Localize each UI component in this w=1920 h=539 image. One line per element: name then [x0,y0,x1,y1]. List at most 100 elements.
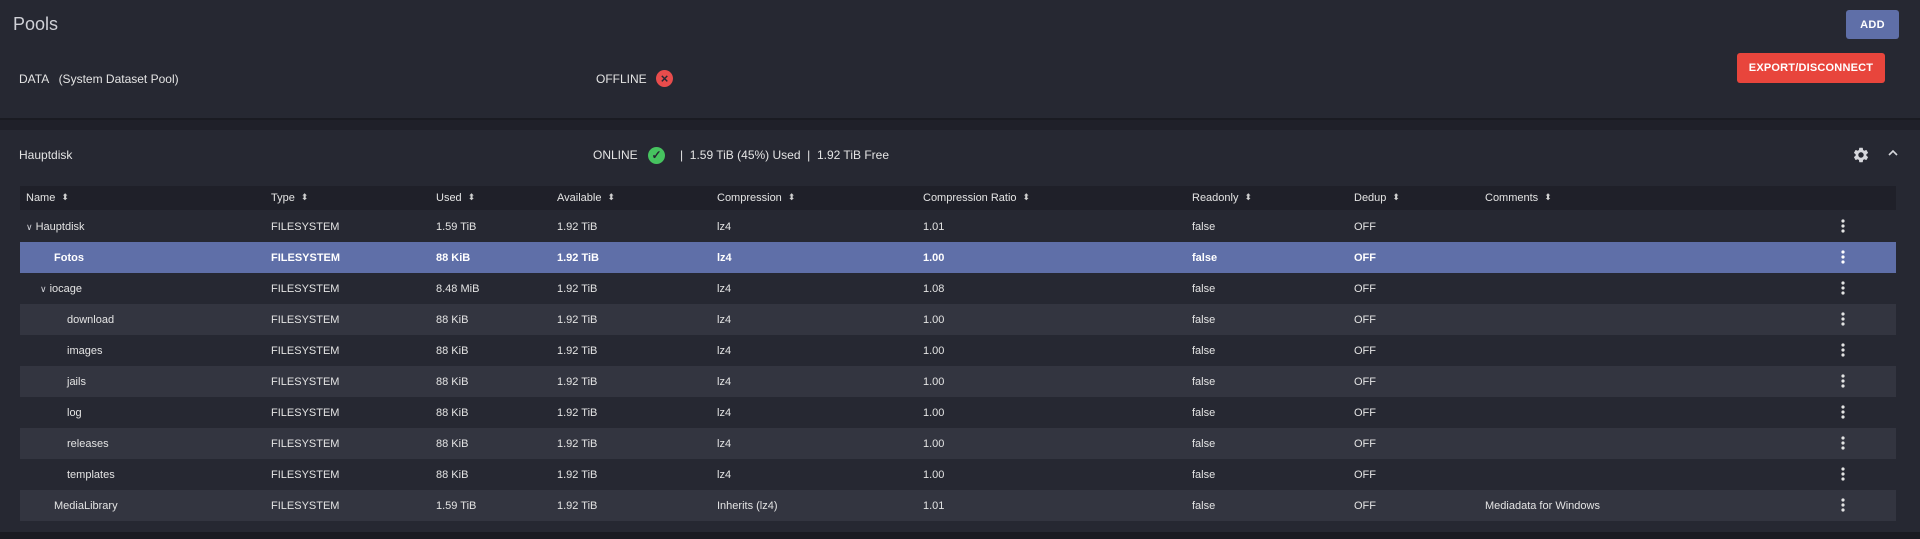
sort-icon: ⬍ [1022,192,1031,202]
dataset-compression-ratio: 1.01 [923,500,945,512]
dataset-available: 1.92 TiB [557,283,598,295]
table-row[interactable]: images FILESYSTEM 88 KiB 1.92 TiB lz4 1.… [20,335,1896,366]
dataset-readonly: false [1192,469,1216,481]
more-vert-icon[interactable] [1838,280,1848,296]
table-row[interactable]: log FILESYSTEM 88 KiB 1.92 TiB lz4 1.00 … [20,397,1896,428]
dataset-table-body: ∨ Hauptdisk FILESYSTEM 1.59 TiB 1.92 TiB … [20,211,1896,521]
table-row[interactable]: ∨ iocage FILESYSTEM 8.48 MiB 1.92 TiB lz4… [20,273,1896,304]
dataset-compression-ratio: 1.00 [923,438,945,450]
more-vert-icon[interactable] [1838,373,1848,389]
dataset-used: 88 KiB [436,438,469,450]
dataset-compression-ratio: 1.08 [923,283,945,295]
export-disconnect-button[interactable]: EXPORT/DISCONNECT [1737,53,1885,83]
dataset-type: FILESYSTEM [271,252,341,264]
dataset-compression-ratio: 1.00 [923,314,945,326]
column-header-readonly[interactable]: Readonly ⬍ [1192,192,1252,204]
dataset-compression: lz4 [717,469,732,481]
dataset-name: iocage [49,283,83,295]
dataset-available: 1.92 TiB [557,438,598,450]
more-vert-icon[interactable] [1838,218,1848,234]
chevron-down-icon[interactable]: ∨ [26,222,33,233]
gear-icon[interactable] [1852,146,1870,164]
pool-card-offline: DATA (System Dataset Pool) OFFLINE × EXP… [0,48,1920,120]
dataset-name: releases [67,438,109,450]
sort-icon: ⬍ [61,192,69,202]
more-vert-icon[interactable] [1838,435,1848,451]
dataset-available: 1.92 TiB [557,314,598,326]
table-row[interactable]: releases FILESYSTEM 88 KiB 1.92 TiB lz4 … [20,428,1896,459]
table-row[interactable]: jails FILESYSTEM 88 KiB 1.92 TiB lz4 1.0… [20,366,1896,397]
dataset-readonly: false [1192,283,1216,295]
dataset-compression-ratio: 1.00 [923,345,945,357]
chevron-down-icon[interactable]: ∨ [40,284,47,295]
pool-card-online: Hauptdisk ONLINE ✓ | 1.59 TiB (45%) Used… [0,130,1920,539]
column-header-comments[interactable]: Comments ⬍ [1485,192,1552,204]
table-row[interactable]: MediaLibrary FILESYSTEM 1.59 TiB 1.92 Ti… [20,490,1896,521]
column-header-compression[interactable]: Compression ⬍ [717,192,795,204]
dataset-dedup: OFF [1354,407,1376,419]
dataset-comments: Mediadata for Windows [1485,500,1600,512]
column-header-compression-ratio[interactable]: Compression Ratio ⬍ [923,192,1030,204]
pool-usage: | 1.59 TiB (45%) Used | 1.92 TiB Free [680,148,889,162]
pool-name: DATA (System Dataset Pool) [19,72,179,86]
dataset-compression-ratio: 1.00 [923,407,945,419]
dataset-compression-ratio: 1.01 [923,221,945,233]
more-vert-icon[interactable] [1838,466,1848,482]
dataset-available: 1.92 TiB [557,221,598,233]
dataset-used: 1.59 TiB [436,500,477,512]
add-pool-button[interactable]: ADD [1846,10,1899,39]
dataset-name: Fotos [54,252,84,264]
dataset-type: FILESYSTEM [271,221,340,233]
page-title: Pools [13,14,59,34]
dataset-compression: lz4 [717,407,732,419]
pool-status: OFFLINE [596,72,647,86]
more-vert-icon[interactable] [1838,497,1848,513]
more-vert-icon[interactable] [1838,404,1848,420]
dataset-used: 88 KiB [436,252,471,264]
dataset-used: 88 KiB [436,314,469,326]
dataset-compression: lz4 [717,314,732,326]
dataset-readonly: false [1192,314,1216,326]
sort-icon: ⬍ [300,192,309,202]
dataset-compression-ratio: 1.00 [923,252,945,264]
dataset-name: download [67,314,115,326]
dataset-readonly: false [1192,438,1216,450]
table-row[interactable]: templates FILESYSTEM 88 KiB 1.92 TiB lz4… [20,459,1896,490]
column-header-dedup[interactable]: Dedup ⬍ [1354,192,1400,204]
dataset-compression-ratio: 1.00 [923,376,945,388]
dataset-compression: lz4 [717,283,732,295]
column-header-name[interactable]: Name ⬍ [26,192,69,204]
table-row-selected[interactable]: Fotos FILESYSTEM 88 KiB 1.92 TiB lz4 1.0… [20,242,1896,273]
dataset-readonly: false [1192,407,1216,419]
dataset-type: FILESYSTEM [271,469,340,481]
dataset-dedup: OFF [1354,252,1376,264]
dataset-compression: lz4 [717,376,732,388]
sort-icon: ⬍ [607,192,615,202]
column-header-used[interactable]: Used ⬍ [436,192,475,204]
more-vert-icon[interactable] [1838,249,1848,265]
table-row[interactable]: ∨ Hauptdisk FILESYSTEM 1.59 TiB 1.92 TiB … [20,211,1896,242]
table-row[interactable]: download FILESYSTEM 88 KiB 1.92 TiB lz4 … [20,304,1896,335]
dataset-dedup: OFF [1354,438,1376,450]
column-header-available[interactable]: Available ⬍ [557,192,615,204]
dataset-available: 1.92 TiB [557,252,599,264]
dataset-used: 88 KiB [436,407,469,419]
dataset-dedup: OFF [1354,283,1376,295]
dataset-type: FILESYSTEM [271,500,340,512]
more-vert-icon[interactable] [1838,342,1848,358]
check-circle-icon: ✓ [648,147,665,164]
dataset-name: templates [67,469,115,481]
dataset-available: 1.92 TiB [557,407,598,419]
dataset-readonly: false [1192,252,1218,264]
dataset-name: log [67,407,82,419]
sort-icon: ⬍ [467,192,476,202]
column-header-type[interactable]: Type ⬍ [271,192,308,204]
dataset-type: FILESYSTEM [271,345,340,357]
dataset-readonly: false [1192,221,1216,233]
dataset-name: Hauptdisk [35,221,85,233]
sort-icon: ⬍ [1392,192,1400,202]
dataset-type: FILESYSTEM [271,438,340,450]
chevron-up-icon[interactable] [1886,146,1900,160]
more-vert-icon[interactable] [1838,311,1848,327]
bottom-divider [0,532,1920,539]
